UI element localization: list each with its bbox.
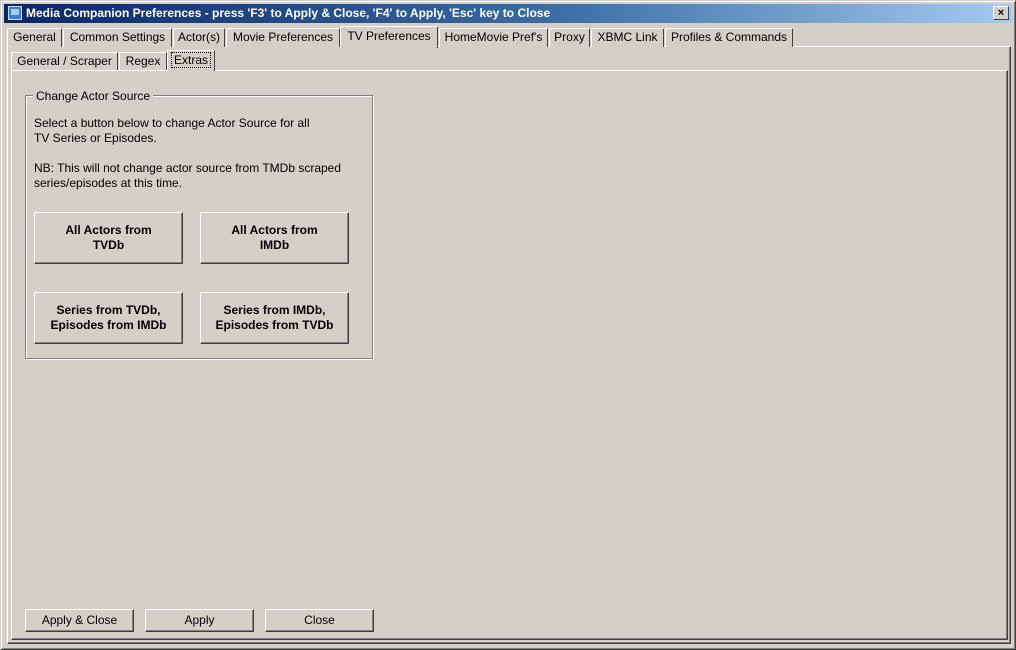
series-tvdb-episodes-imdb-button[interactable]: Series from TVDb, Episodes from IMDb bbox=[34, 292, 183, 344]
note-line: series/episodes at this time. bbox=[34, 176, 183, 190]
group-note: NB: This will not change actor source fr… bbox=[34, 161, 364, 191]
button-label-line: All Actors from bbox=[65, 223, 152, 237]
button-label: All Actors from IMDb bbox=[231, 223, 317, 253]
subtab-extras-label: Extras bbox=[170, 52, 211, 68]
tab-movie-preferences[interactable]: Movie Preferences bbox=[226, 28, 340, 47]
series-imdb-episodes-tvdb-button[interactable]: Series from IMDb, Episodes from TVDb bbox=[200, 292, 349, 344]
subtab-extras[interactable]: Extras bbox=[167, 50, 215, 71]
button-label-line: Episodes from IMDb bbox=[50, 318, 167, 332]
description-line: Select a button below to change Actor So… bbox=[34, 116, 310, 130]
title-bar[interactable]: Media Companion Preferences - press 'F3'… bbox=[4, 4, 1012, 23]
group-description: Select a button below to change Actor So… bbox=[34, 116, 364, 146]
button-label-line: All Actors from bbox=[231, 223, 318, 237]
tab-proxy[interactable]: Proxy bbox=[549, 28, 590, 47]
tab-xbmc-link[interactable]: XBMC Link bbox=[591, 28, 664, 47]
subtab-general-scraper[interactable]: General / Scraper bbox=[11, 52, 118, 70]
group-title: Change Actor Source bbox=[33, 89, 154, 103]
all-actors-imdb-button[interactable]: All Actors from IMDb bbox=[200, 212, 349, 264]
button-label-line: Episodes from TVDb bbox=[215, 318, 334, 332]
button-label: Series from TVDb, Episodes from IMDb bbox=[50, 303, 166, 333]
button-label-line: Series from TVDb, bbox=[56, 303, 161, 317]
button-label: Series from IMDb, Episodes from TVDb bbox=[215, 303, 333, 333]
button-label-line: IMDb bbox=[259, 238, 290, 252]
tab-actors[interactable]: Actor(s) bbox=[173, 28, 225, 47]
close-window-button[interactable]: × bbox=[993, 6, 1009, 20]
note-line: NB: This will not change actor source fr… bbox=[34, 161, 342, 175]
tab-tv-preferences[interactable]: TV Preferences bbox=[340, 26, 438, 48]
subtab-regex[interactable]: Regex bbox=[119, 52, 167, 70]
tab-homemovie-prefs[interactable]: HomeMovie Pref's bbox=[439, 28, 548, 47]
tab-common-settings[interactable]: Common Settings bbox=[63, 28, 172, 47]
preferences-window: Media Companion Preferences - press 'F3'… bbox=[0, 0, 1016, 650]
button-label-line: Series from IMDb, bbox=[223, 303, 326, 317]
app-icon bbox=[8, 6, 22, 20]
all-actors-tvdb-button[interactable]: All Actors from TVDb bbox=[34, 212, 183, 264]
apply-close-button[interactable]: Apply & Close bbox=[25, 609, 134, 632]
window-title: Media Companion Preferences - press 'F3'… bbox=[26, 6, 551, 20]
tab-general[interactable]: General bbox=[7, 28, 62, 47]
button-label: All Actors from TVDb bbox=[65, 223, 151, 253]
apply-button[interactable]: Apply bbox=[145, 609, 254, 632]
description-line: TV Series or Episodes. bbox=[34, 131, 157, 145]
button-label-line: TVDb bbox=[92, 238, 125, 252]
tab-profiles-commands[interactable]: Profiles & Commands bbox=[665, 28, 793, 47]
close-icon: × bbox=[997, 7, 1005, 19]
close-button[interactable]: Close bbox=[265, 609, 374, 632]
